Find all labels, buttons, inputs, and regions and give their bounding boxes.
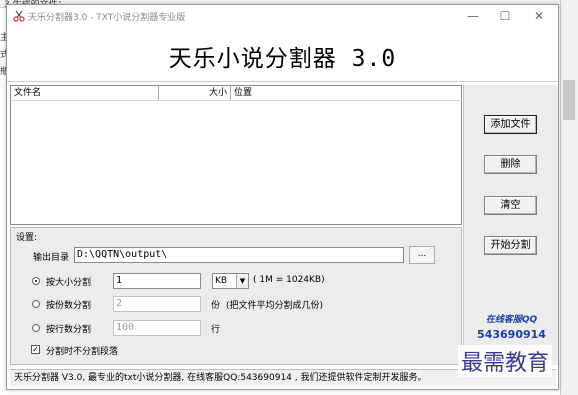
clear-button[interactable]: 清空	[484, 196, 537, 215]
window-title: 天乐分割器3.0 - TXT小说分割器专业版	[28, 13, 186, 23]
splitter-window: 天乐分割器3.0 - TXT小说分割器专业版 — ☐ ✕ 天乐小说分割器 3.0…	[6, 4, 559, 390]
size-unit-select[interactable]: KB ▼	[212, 273, 249, 289]
split-by-size-radio[interactable]	[32, 277, 40, 285]
output-dir-label: 输出目录	[33, 253, 70, 263]
browse-button[interactable]: ...	[409, 246, 435, 264]
service-qq: 543690914	[477, 328, 546, 341]
parts-input[interactable]: 2	[113, 296, 201, 312]
parts-unit: 份	[211, 301, 221, 311]
action-panel: 添加文件 删除 清空 开始分割 在线客服QQ 543690914	[463, 85, 558, 365]
size-unit-value: KB	[215, 276, 228, 286]
start-split-button[interactable]: 开始分割	[484, 236, 537, 255]
split-by-size-label[interactable]: 按大小分割	[46, 275, 91, 288]
column-header-filename[interactable]: 文件名	[11, 86, 159, 101]
scissors-icon	[13, 10, 25, 22]
settings-group-label: 设置:	[16, 230, 38, 243]
maximize-button[interactable]: ☐	[491, 8, 519, 24]
close-button[interactable]: ✕	[525, 8, 553, 24]
app-banner-title: 天乐小说分割器 3.0	[168, 46, 397, 72]
banner: 天乐小说分割器 3.0	[7, 27, 558, 82]
background-scrollbar	[560, 0, 578, 395]
scrollbar-thumb	[563, 80, 575, 120]
size-note: ( 1M = 1024KB)	[253, 275, 325, 285]
file-list[interactable]: 文件名 大小 位置	[10, 85, 462, 225]
add-file-button[interactable]: 添加文件	[484, 115, 537, 134]
settings-group: 设置: 输出目录 D:\QQTN\output\ ... 按大小分割 1 KB …	[10, 227, 462, 365]
lines-unit: 行	[211, 325, 221, 335]
split-by-parts-label[interactable]: 按份数分割	[46, 298, 91, 311]
output-dir-input[interactable]: D:\QQTN\output\	[74, 247, 404, 263]
watermark-logo: 最需教育	[458, 345, 553, 377]
no-split-paragraph-label[interactable]: 分割时不分割段落	[46, 344, 118, 357]
split-by-lines-label[interactable]: 按行数分割	[46, 322, 91, 335]
split-by-lines-radio[interactable]	[32, 324, 40, 332]
parts-note: (把文件平均分割成几份)	[226, 301, 324, 311]
split-by-parts-radio[interactable]	[32, 300, 40, 308]
size-input[interactable]: 1	[113, 273, 201, 289]
column-header-location[interactable]: 位置	[231, 86, 462, 101]
minimize-button[interactable]: —	[459, 8, 487, 24]
lines-input[interactable]: 100	[113, 320, 201, 336]
no-split-paragraph-checkbox[interactable]: ✓	[31, 345, 40, 354]
delete-button[interactable]: 删除	[484, 155, 537, 174]
chevron-down-icon: ▼	[236, 274, 248, 288]
column-header-size[interactable]: 大小	[159, 86, 231, 101]
service-label: 在线客服QQ	[485, 315, 538, 325]
title-bar[interactable]: 天乐分割器3.0 - TXT小说分割器专业版 — ☐ ✕	[7, 5, 558, 27]
